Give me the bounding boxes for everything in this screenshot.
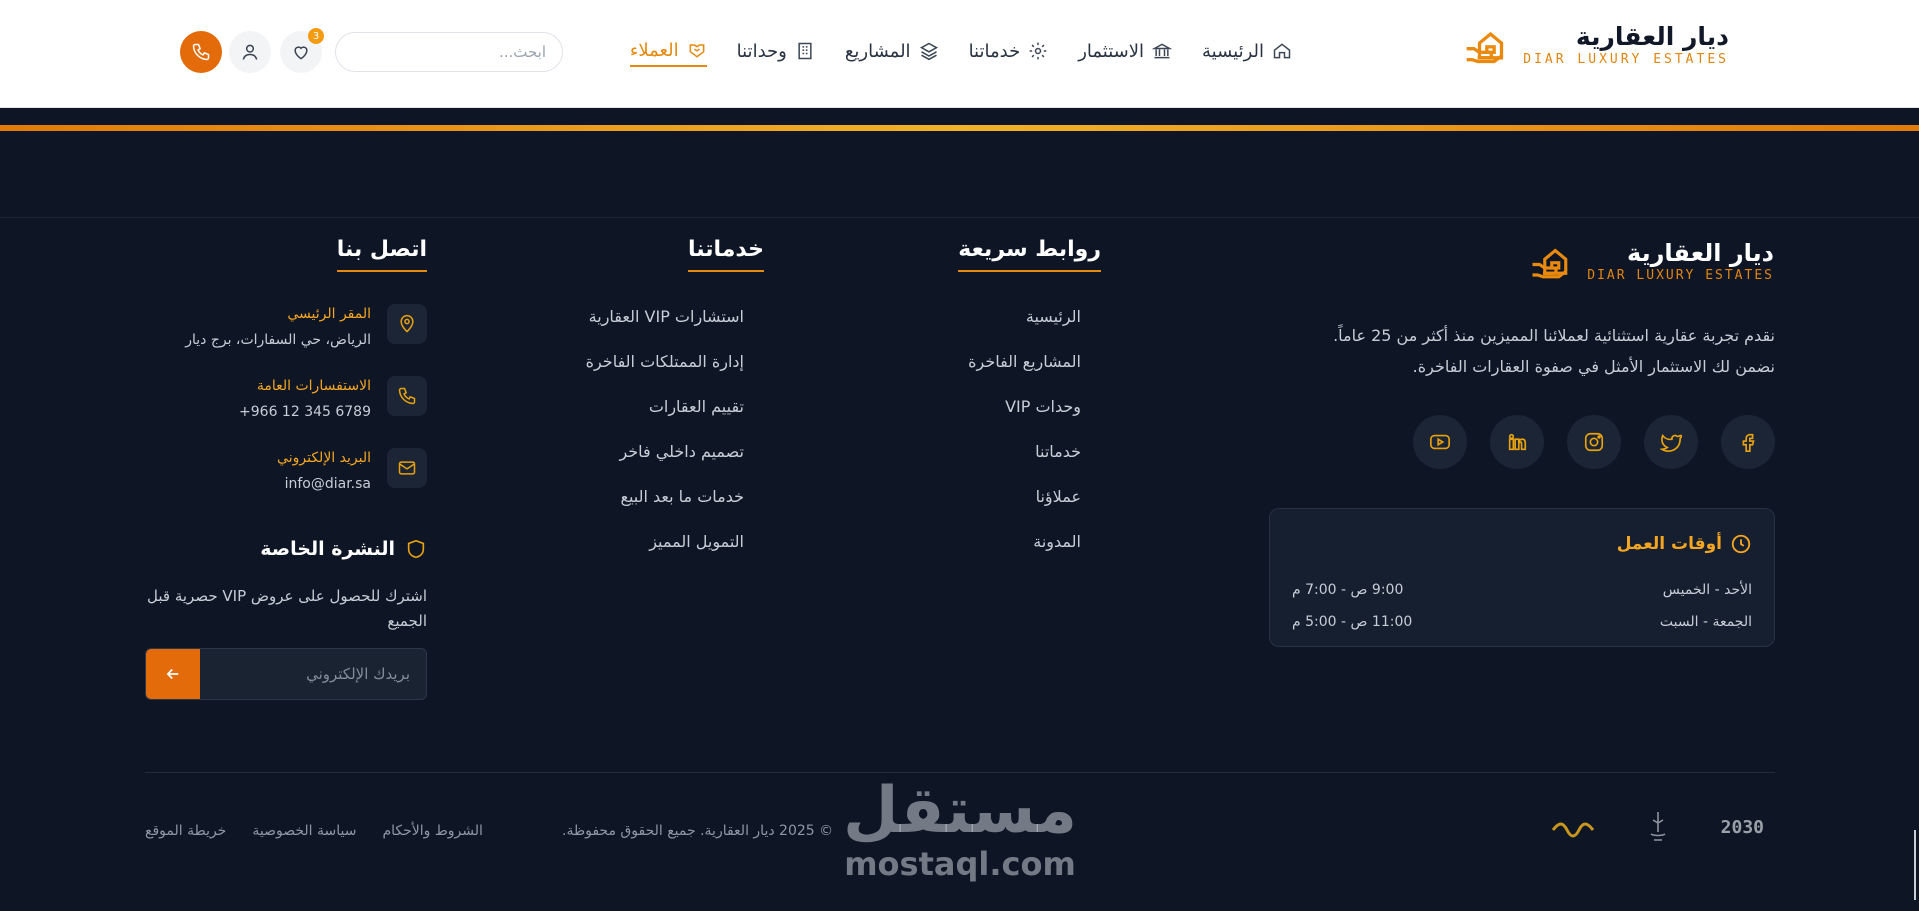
- gear-icon: [1028, 41, 1048, 61]
- account-button[interactable]: [229, 31, 271, 73]
- privacy-link[interactable]: سياسة الخصوصية: [252, 823, 356, 839]
- footer-description: نقدم تجربة عقارية استثنائية لعملائنا الم…: [1333, 326, 1775, 376]
- shield-icon: [405, 538, 427, 560]
- footer-link-blog[interactable]: المدونة: [1033, 532, 1081, 551]
- contact-heading: اتصل بنا: [336, 237, 427, 272]
- newsletter-description: اشترك للحصول على عروض VIP حصرية قبل الجم…: [147, 587, 427, 630]
- footer-link-home[interactable]: الرئيسية: [1026, 307, 1081, 326]
- social-links: [1413, 415, 1775, 469]
- scrollbar-thumb[interactable]: [1914, 830, 1916, 900]
- nav-home-label: الرئيسية: [1202, 40, 1264, 62]
- twitter-icon: [1660, 431, 1682, 453]
- footer-service-valuation[interactable]: تقييم العقارات: [649, 397, 744, 416]
- heart-icon: [291, 42, 311, 62]
- wishlist-count-badge: 3: [308, 28, 324, 44]
- footer-bottom-divider: [145, 772, 1775, 773]
- working-hours-title: أوقات العمل: [1616, 534, 1722, 554]
- search-box: [335, 32, 563, 72]
- footer-link-clients[interactable]: عملاؤنا: [1036, 487, 1081, 506]
- site-header: ديار العقارية DIAR LUXURY ESTATES الرئيس…: [0, 0, 1919, 108]
- layers-icon: [919, 41, 939, 61]
- nav-investment-label: الاستثمار: [1078, 40, 1144, 62]
- house-hand-logo-icon: [1463, 23, 1507, 67]
- youtube-icon: [1429, 431, 1451, 453]
- mostaql-watermark: مستقل mostaql.com: [842, 774, 1078, 883]
- legal-links: الشروط والأحكام سياسة الخصوصية خريطة الم…: [145, 823, 483, 839]
- footer-service-after-sales[interactable]: خدمات ما بعد البيع: [620, 487, 744, 506]
- arrow-left-icon: [164, 665, 182, 683]
- footer-top-divider: [0, 217, 1919, 218]
- copyright-text: © 2025 ديار العقارية. جميع الحقوق محفوظة…: [562, 823, 834, 839]
- bank-icon: [1152, 41, 1172, 61]
- nav-services[interactable]: خدماتنا: [969, 35, 1049, 67]
- footer-service-vip-consulting[interactable]: استشارات VIP العقارية: [589, 307, 744, 326]
- emblem-icon: [1647, 810, 1669, 844]
- facebook-link[interactable]: [1721, 415, 1775, 469]
- nav-projects[interactable]: المشاريع: [845, 35, 939, 67]
- brand-subtitle: DIAR LUXURY ESTATES: [1523, 52, 1729, 67]
- nav-investment[interactable]: الاستثمار: [1078, 35, 1172, 67]
- main-nav: الرئيسية الاستثمار خدماتنا المشاريع وحدا…: [629, 35, 1292, 67]
- footer-service-property-management[interactable]: إدارة الممتلكات الفاخرة: [586, 352, 744, 371]
- contact-phone: الاستفسارات العامة +966 12 345 6789: [239, 376, 427, 420]
- nav-clients[interactable]: العملاء: [629, 35, 707, 67]
- instagram-icon: [1583, 431, 1605, 453]
- twitter-link[interactable]: [1644, 415, 1698, 469]
- nav-home[interactable]: الرئيسية: [1202, 35, 1292, 67]
- wave-logo-icon: [1551, 816, 1595, 838]
- nav-services-label: خدماتنا: [968, 40, 1021, 62]
- footer-service-interior-design[interactable]: تصميم داخلي فاخر: [619, 442, 744, 461]
- footer-link-services[interactable]: خدماتنا: [1035, 442, 1081, 461]
- newsletter-heading: النشرة الخاصة: [260, 538, 427, 560]
- footer-brand-subtitle: DIAR LUXURY ESTATES: [1587, 268, 1774, 283]
- linkedin-icon: [1506, 431, 1528, 453]
- footer-brand[interactable]: ديار العقارية DIAR LUXURY ESTATES: [1529, 238, 1774, 283]
- brand-logo-link[interactable]: ديار العقارية DIAR LUXURY ESTATES: [1463, 22, 1729, 67]
- footer-link-vip-units[interactable]: وحدات VIP: [1005, 397, 1081, 416]
- location-pin-icon: [397, 314, 417, 334]
- sitemap-link[interactable]: خريطة الموقع: [145, 823, 226, 839]
- handshake-icon: [687, 40, 707, 60]
- youtube-link[interactable]: [1413, 415, 1467, 469]
- contact-address: المقر الرئيسي الرياض، حي السفارات، برج د…: [185, 304, 427, 348]
- nav-clients-label: العملاء: [629, 39, 679, 61]
- nav-projects-label: المشاريع: [844, 40, 911, 62]
- newsletter-submit-button[interactable]: [146, 649, 200, 699]
- newsletter-form: [145, 648, 427, 700]
- contact-email: البريد الإلكتروني info@diar.sa: [277, 448, 427, 492]
- nav-units[interactable]: وحداتنا: [737, 35, 815, 67]
- phone-icon: [191, 42, 211, 62]
- partner-logos: 2030: [1551, 810, 1764, 844]
- working-hours-card: أوقات العمل الأحد - الخميس 9:00 ص - 7:00…: [1269, 508, 1775, 647]
- quick-links-heading: روابط سريعة: [958, 237, 1101, 272]
- call-button[interactable]: [180, 31, 222, 73]
- search-input[interactable]: [352, 43, 546, 61]
- terms-link[interactable]: الشروط والأحكام: [382, 823, 482, 839]
- linkedin-link[interactable]: [1490, 415, 1544, 469]
- facebook-icon: [1737, 431, 1759, 453]
- footer-service-financing[interactable]: التمويل المميز: [649, 532, 744, 551]
- home-icon: [1272, 41, 1292, 61]
- nav-units-label: وحداتنا: [736, 40, 787, 62]
- newsletter-email-input[interactable]: [200, 649, 426, 699]
- mail-icon: [397, 458, 417, 478]
- hours-row: الأحد - الخميس 9:00 ص - 7:00 م: [1292, 582, 1752, 598]
- services-heading: خدماتنا: [688, 237, 764, 272]
- footer-brand-title: ديار العقارية: [1627, 239, 1774, 267]
- phone-icon: [397, 386, 417, 406]
- wishlist-button[interactable]: 3: [280, 28, 324, 73]
- user-icon: [240, 42, 260, 62]
- header-accent-line: [0, 125, 1919, 131]
- instagram-link[interactable]: [1567, 415, 1621, 469]
- clock-icon: [1730, 533, 1752, 555]
- vision-2030-logo: 2030: [1720, 816, 1764, 838]
- brand-title: ديار العقارية: [1575, 22, 1729, 51]
- footer-link-luxury-projects[interactable]: المشاريع الفاخرة: [968, 352, 1081, 371]
- hours-row: الجمعة - السبت 11:00 ص - 5:00 م: [1292, 614, 1752, 630]
- building-icon: [795, 41, 815, 61]
- house-hand-logo-icon: [1529, 240, 1571, 282]
